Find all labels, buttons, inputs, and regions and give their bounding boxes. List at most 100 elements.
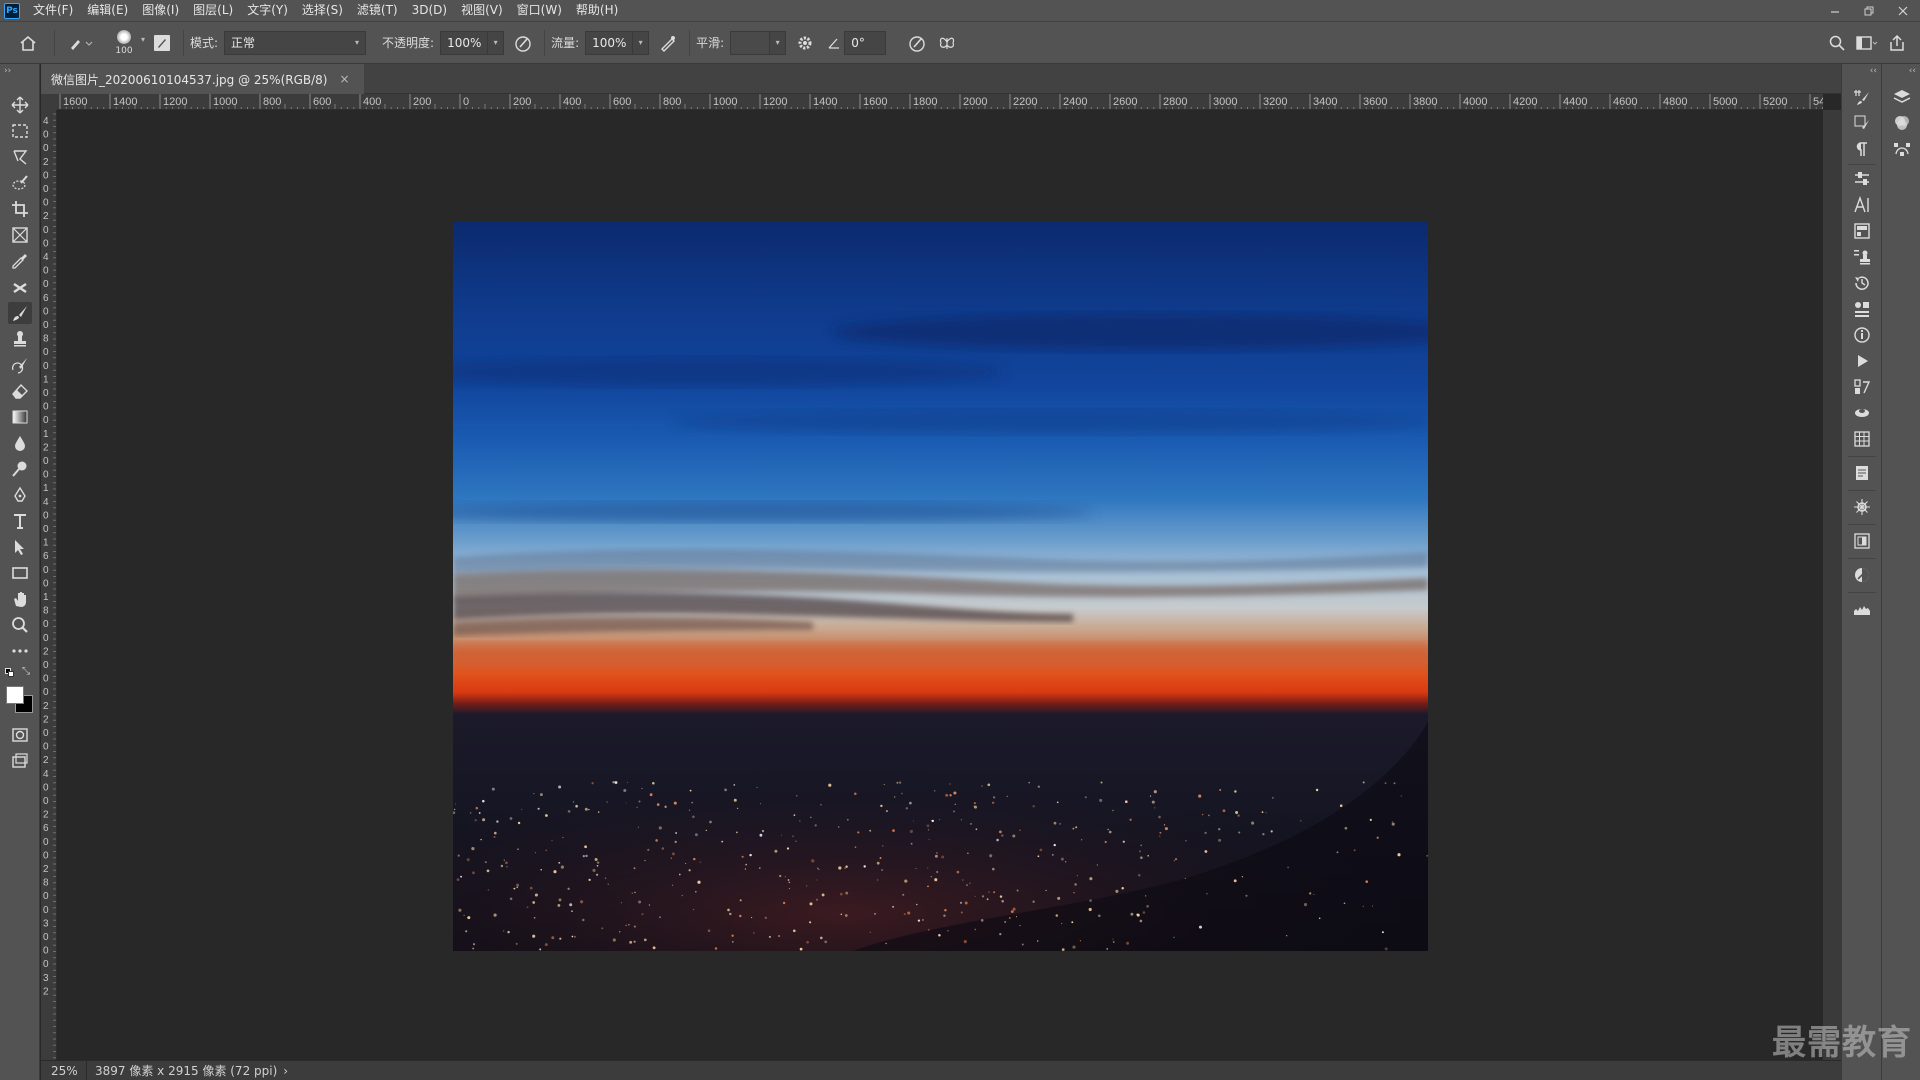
hand-tool[interactable] — [8, 588, 32, 610]
channels-panel-button[interactable] — [1890, 112, 1914, 134]
rectangle-tool[interactable] — [8, 562, 32, 584]
frame-tool[interactable] — [8, 224, 32, 246]
notes-panel-button[interactable] — [1850, 462, 1874, 484]
pressure-size-toggle[interactable] — [902, 28, 932, 58]
paths-panel-button[interactable] — [1890, 138, 1914, 160]
navigator-panel-button[interactable] — [1850, 496, 1874, 518]
brush-settings-toggle[interactable] — [147, 28, 177, 58]
menu-item-select[interactable]: 选择(S) — [295, 0, 350, 21]
brushes-panel-button[interactable] — [1850, 112, 1874, 134]
libraries-panel-button[interactable] — [1850, 220, 1874, 242]
properties-panel-button[interactable] — [1850, 168, 1874, 190]
city-light — [975, 828, 978, 831]
type-tool[interactable] — [8, 510, 32, 532]
3d-panel-button[interactable] — [1850, 402, 1874, 424]
menu-item-filter[interactable]: 滤镜(T) — [350, 0, 405, 21]
channels-panel-button[interactable] — [1850, 376, 1874, 398]
pen-tool[interactable] — [8, 484, 32, 506]
eyedropper-tool[interactable] — [8, 250, 32, 272]
menu-item-layer[interactable]: 图层(L) — [186, 0, 240, 21]
vertical-scrollbar[interactable] — [1823, 110, 1841, 1060]
foreground-color-swatch[interactable] — [6, 686, 24, 704]
swap-colors-icon[interactable]: ⤡ — [22, 666, 30, 677]
adjustments-panel-button[interactable] — [1850, 564, 1874, 586]
paragraph-panel-button[interactable] — [1850, 138, 1874, 160]
collapse-arrows-icon[interactable]: ‹‹ — [1909, 66, 1916, 76]
search-button[interactable] — [1822, 30, 1852, 56]
home-button[interactable] — [8, 28, 48, 58]
tool-presets-panel-button[interactable] — [1850, 298, 1874, 320]
character-panel-button[interactable] — [1850, 194, 1874, 216]
menu-item-window[interactable]: 窗口(W) — [510, 0, 569, 21]
edit-toolbar-button[interactable] — [8, 640, 32, 662]
minimize-button[interactable] — [1818, 0, 1852, 21]
eraser-tool[interactable] — [8, 380, 32, 402]
menu-item-image[interactable]: 图像(I) — [135, 0, 186, 21]
flow-dropdown[interactable]: ▾ — [633, 30, 650, 55]
dodge-tool[interactable] — [8, 458, 32, 480]
zoom-level[interactable]: 25% — [41, 1060, 87, 1080]
blur-tool[interactable] — [8, 432, 32, 454]
brush-tool[interactable] — [8, 302, 32, 324]
status-menu-arrow-icon[interactable]: › — [283, 1064, 288, 1078]
screen-mode-button[interactable] — [8, 750, 32, 772]
pressure-opacity-toggle[interactable] — [508, 28, 538, 58]
lasso-tool[interactable] — [8, 146, 32, 168]
city-light — [1060, 857, 1064, 861]
symmetry-button[interactable] — [932, 28, 962, 58]
collapse-arrows-icon[interactable]: ‹‹ — [1870, 66, 1877, 76]
smoothing-options-button[interactable] — [790, 28, 820, 58]
timeline-panel-button[interactable] — [1850, 428, 1874, 450]
vertical-ruler[interactable]: 4 0 0 2 0 0 0 2 0 0 4 0 0 6 0 0 8 0 0 1 0 0 0 1 2 0 0 1 4 0 0 1 6 0 0 1 8 0 0 2… — [41, 110, 57, 1060]
actions-panel-button[interactable] — [1850, 350, 1874, 372]
collapse-arrows-icon[interactable]: ›› — [4, 66, 11, 76]
path-selection-tool[interactable] — [8, 536, 32, 558]
clone-stamp-tool[interactable] — [8, 328, 32, 350]
tool-preset-picker[interactable] — [61, 28, 101, 58]
horizontal-ruler[interactable]: 1600 1400 1200 1000 800 600 400 200 0 200 400 600 80… — [57, 94, 1823, 110]
flow-input[interactable]: 100% — [585, 30, 634, 55]
smoothing-dropdown[interactable]: ▾ — [770, 30, 787, 55]
city-light — [480, 838, 482, 841]
mode-select[interactable]: 正常 ▾ — [224, 30, 367, 55]
info-panel-button[interactable] — [1850, 324, 1874, 346]
clone-source-panel-button[interactable] — [1850, 246, 1874, 268]
share-button[interactable] — [1882, 30, 1912, 56]
history-brush-tool[interactable] — [8, 354, 32, 376]
healing-tool[interactable] — [8, 276, 32, 298]
quick-selection-tool[interactable] — [8, 172, 32, 194]
menu-item-3d[interactable]: 3D(D) — [405, 0, 454, 21]
workspace-button[interactable] — [1852, 30, 1882, 56]
angle-input[interactable]: 0° — [844, 30, 887, 55]
menu-item-view[interactable]: 视图(V) — [454, 0, 510, 21]
opacity-dropdown[interactable]: ▾ — [488, 30, 505, 55]
restore-button[interactable] — [1852, 0, 1886, 21]
airbrush-toggle[interactable] — [653, 28, 683, 58]
brush-size-picker[interactable]: 100 ▾ — [101, 25, 147, 61]
history-panel-button[interactable] — [1850, 272, 1874, 294]
layer-comps-panel-button[interactable] — [1850, 530, 1874, 552]
document-image[interactable] — [453, 222, 1428, 951]
marquee-tool[interactable] — [8, 120, 32, 142]
menu-item-help[interactable]: 帮助(H) — [569, 0, 625, 21]
zoom-tool[interactable] — [8, 614, 32, 636]
layers-panel-button[interactable] — [1890, 86, 1914, 108]
default-colors-icon[interactable] — [5, 668, 15, 678]
crop-tool[interactable] — [8, 198, 32, 220]
info-icon — [1854, 327, 1870, 343]
opacity-input[interactable]: 100% — [440, 30, 489, 55]
close-window-button[interactable] — [1886, 0, 1920, 21]
histogram-panel-button[interactable] — [1850, 598, 1874, 620]
city-light — [1106, 948, 1109, 950]
gradient-tool[interactable] — [8, 406, 32, 428]
document-tab[interactable]: 微信图片_20200610104537.jpg @ 25%(RGB/8) × — [41, 64, 364, 94]
city-light — [1238, 831, 1241, 834]
menu-item-file[interactable]: 文件(F) — [26, 0, 80, 21]
quick-mask-button[interactable] — [8, 724, 32, 746]
smoothing-input[interactable] — [730, 30, 771, 55]
brush-settings-panel-button[interactable] — [1850, 86, 1874, 108]
menu-item-type[interactable]: 文字(Y) — [240, 0, 295, 21]
close-tab-icon[interactable]: × — [339, 72, 349, 86]
move-tool[interactable] — [8, 94, 32, 116]
menu-item-edit[interactable]: 编辑(E) — [80, 0, 135, 21]
